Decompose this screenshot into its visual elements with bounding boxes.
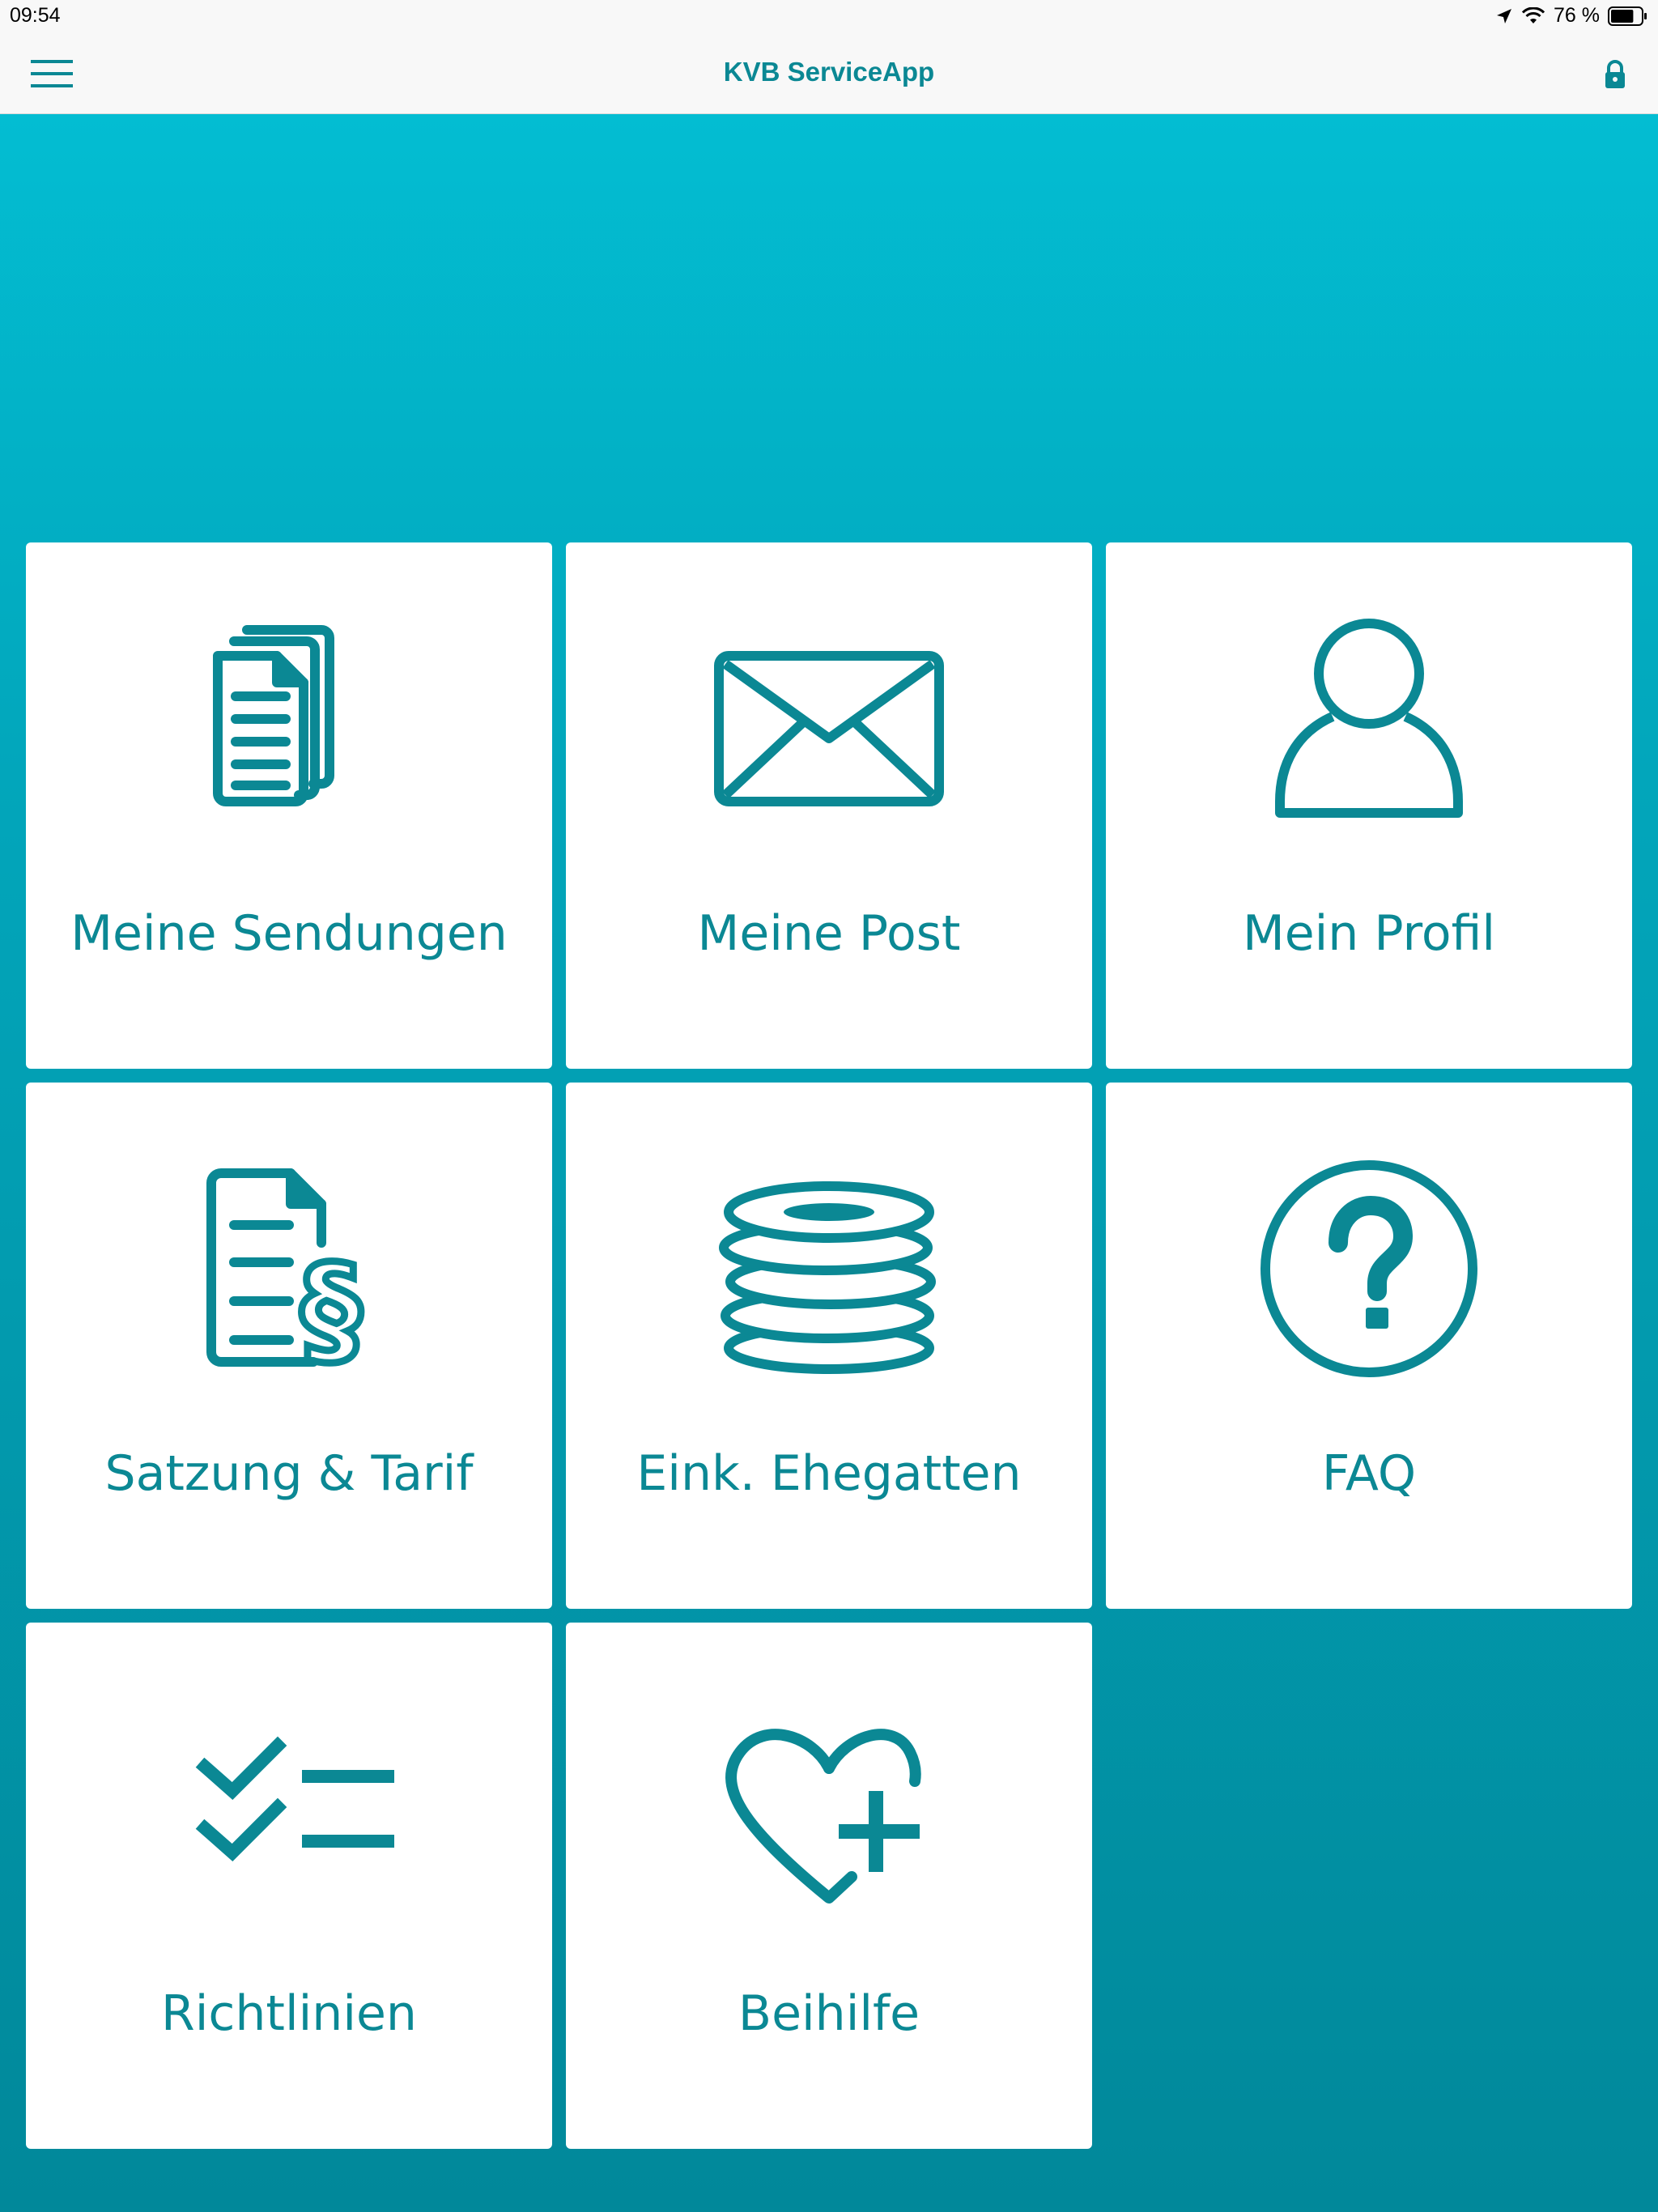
nav-bar: KVB ServiceApp — [0, 36, 1658, 114]
question-circle-icon — [1261, 1160, 1477, 1377]
status-time: 09:54 — [10, 4, 61, 27]
tile-label: Meine Post — [697, 905, 961, 962]
battery-percent: 76 % — [1554, 4, 1600, 27]
location-arrow-icon — [1497, 8, 1512, 23]
checklist-icon — [195, 1736, 394, 1861]
tile-satzung-tarif[interactable]: § Satzung & Tarif — [26, 1083, 552, 1609]
status-indicators: 76 % — [1495, 4, 1648, 28]
envelope-icon — [714, 651, 944, 806]
tile-label: Mein Profil — [1242, 905, 1496, 962]
heart-plus-icon — [725, 1729, 921, 1904]
tile-meine-post[interactable]: Meine Post — [566, 542, 1092, 1069]
status-bar: 09:54 76 % — [0, 0, 1658, 36]
tile-label: Meine Sendungen — [70, 905, 508, 962]
tile-label: Beihilfe — [738, 1985, 920, 2042]
lock-icon — [1605, 60, 1625, 88]
tile-label: Richtlinien — [161, 1985, 417, 2042]
page-title: KVB ServiceApp — [723, 57, 935, 87]
person-icon — [1275, 619, 1463, 818]
tile-label: Satzung & Tarif — [104, 1445, 474, 1502]
tile-meine-sendungen[interactable]: Meine Sendungen — [26, 542, 552, 1069]
coins-stack-icon — [718, 1181, 937, 1374]
documents-stack-icon — [213, 625, 334, 806]
lock-button[interactable] — [1603, 58, 1627, 91]
tile-richtlinien[interactable]: Richtlinien — [26, 1623, 552, 2149]
tile-faq[interactable]: FAQ — [1106, 1083, 1632, 1609]
tile-eink-ehegatten[interactable]: Eink. Ehegatten — [566, 1083, 1092, 1609]
document-paragraph-icon: § — [206, 1168, 365, 1385]
tile-beihilfe[interactable]: Beihilfe — [566, 1623, 1092, 2149]
tile-label: Eink. Ehegatten — [636, 1445, 1022, 1502]
tile-label: FAQ — [1321, 1445, 1417, 1502]
wifi-icon — [1521, 6, 1545, 23]
tile-mein-profil[interactable]: Mein Profil — [1106, 542, 1632, 1069]
svg-text:§: § — [301, 1240, 362, 1380]
battery-icon — [1608, 6, 1647, 26]
